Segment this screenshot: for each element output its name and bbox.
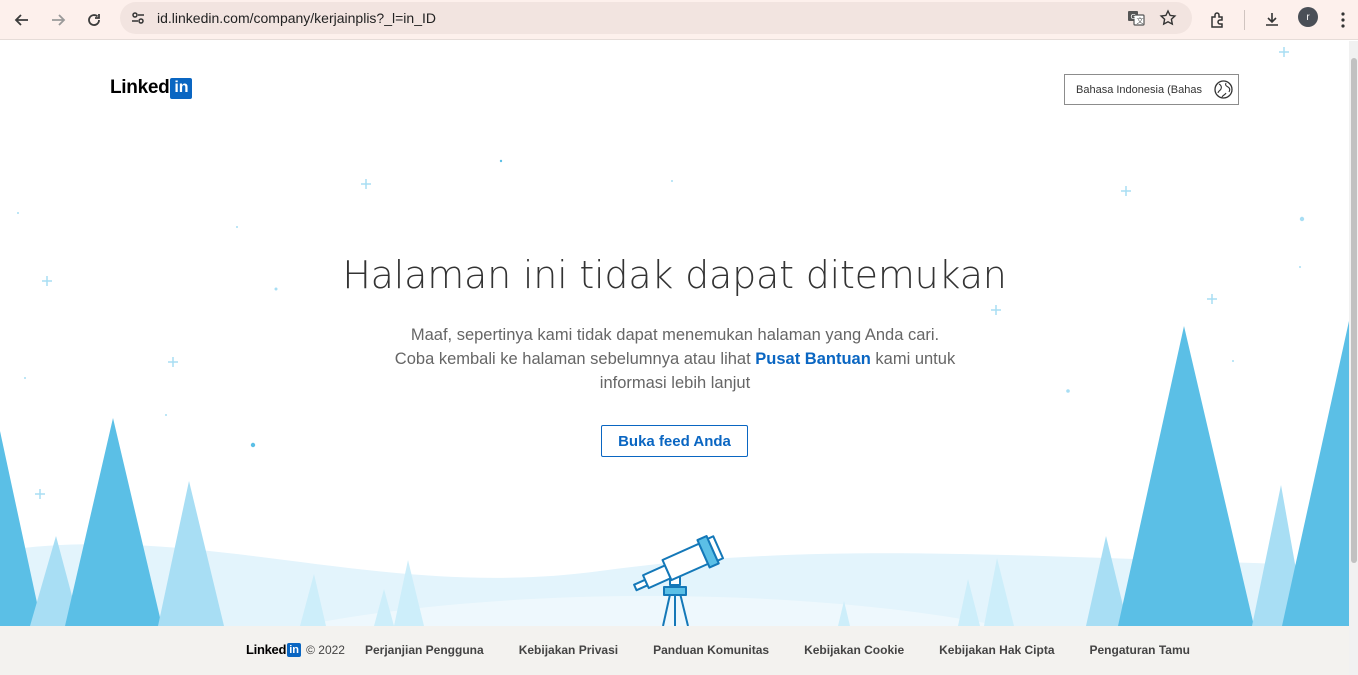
footer-link-user-agreement[interactable]: Perjanjian Pengguna [365,643,484,657]
footer: Linked in © 2022 Perjanjian Pengguna Kebi… [0,626,1349,675]
toolbar-divider [1244,10,1245,30]
logo-in-badge: in [170,77,193,99]
svg-text:G: G [1131,13,1136,21]
url-text: id.linkedin.com/company/kerjainplis?_l=i… [157,10,436,26]
page-viewport: Linked in Bahasa Indonesia (Bahas Halaman… [0,41,1349,675]
download-icon[interactable] [1257,5,1287,35]
site-settings-icon[interactable] [126,6,150,30]
logo-wordmark: Linked [110,77,170,98]
globe-icon [1214,80,1233,99]
go-to-feed-button[interactable]: Buka feed Anda [601,425,748,457]
reload-icon[interactable] [79,5,109,35]
copyright-text: © 2022 [306,642,345,657]
help-center-link[interactable]: Pusat Bantuan [755,350,871,368]
scrollbar-thumb[interactable] [1351,58,1357,563]
footer-link-copyright-policy[interactable]: Kebijakan Hak Cipta [939,643,1054,657]
footer-linkedin-logo[interactable]: Linked in [246,642,302,657]
footer-link-privacy-policy[interactable]: Kebijakan Privasi [519,643,618,657]
browser-toolbar: id.linkedin.com/company/kerjainplis?_l=i… [0,0,1358,40]
extensions-icon[interactable] [1203,5,1233,35]
profile-avatar[interactable]: r [1298,7,1318,27]
error-description: Maaf, sepertinya kami tidak dapat menemu… [394,323,956,395]
page-title: Halaman ini tidak dapat ditemukan [342,253,1007,297]
footer-link-community-guidelines[interactable]: Panduan Komunitas [653,643,769,657]
footer-link-guest-controls[interactable]: Pengaturan Tamu [1090,643,1190,657]
more-menu-icon[interactable] [1328,5,1358,35]
linkedin-logo[interactable]: Linked in [110,77,193,99]
footer-link-cookie-policy[interactable]: Kebijakan Cookie [804,643,904,657]
forward-icon[interactable] [43,5,73,35]
bookmark-star-icon[interactable] [1156,6,1180,30]
language-select[interactable]: Bahasa Indonesia (Bahas [1064,74,1239,105]
back-icon[interactable] [7,5,37,35]
address-bar[interactable]: id.linkedin.com/company/kerjainplis?_l=i… [120,2,1192,34]
language-select-value: Bahasa Indonesia (Bahas [1076,83,1202,96]
translate-icon[interactable]: G文 [1124,6,1148,30]
svg-text:文: 文 [1137,16,1144,25]
footer-logo-wordmark: Linked [246,642,287,657]
footer-logo-in-badge: in [287,642,302,657]
